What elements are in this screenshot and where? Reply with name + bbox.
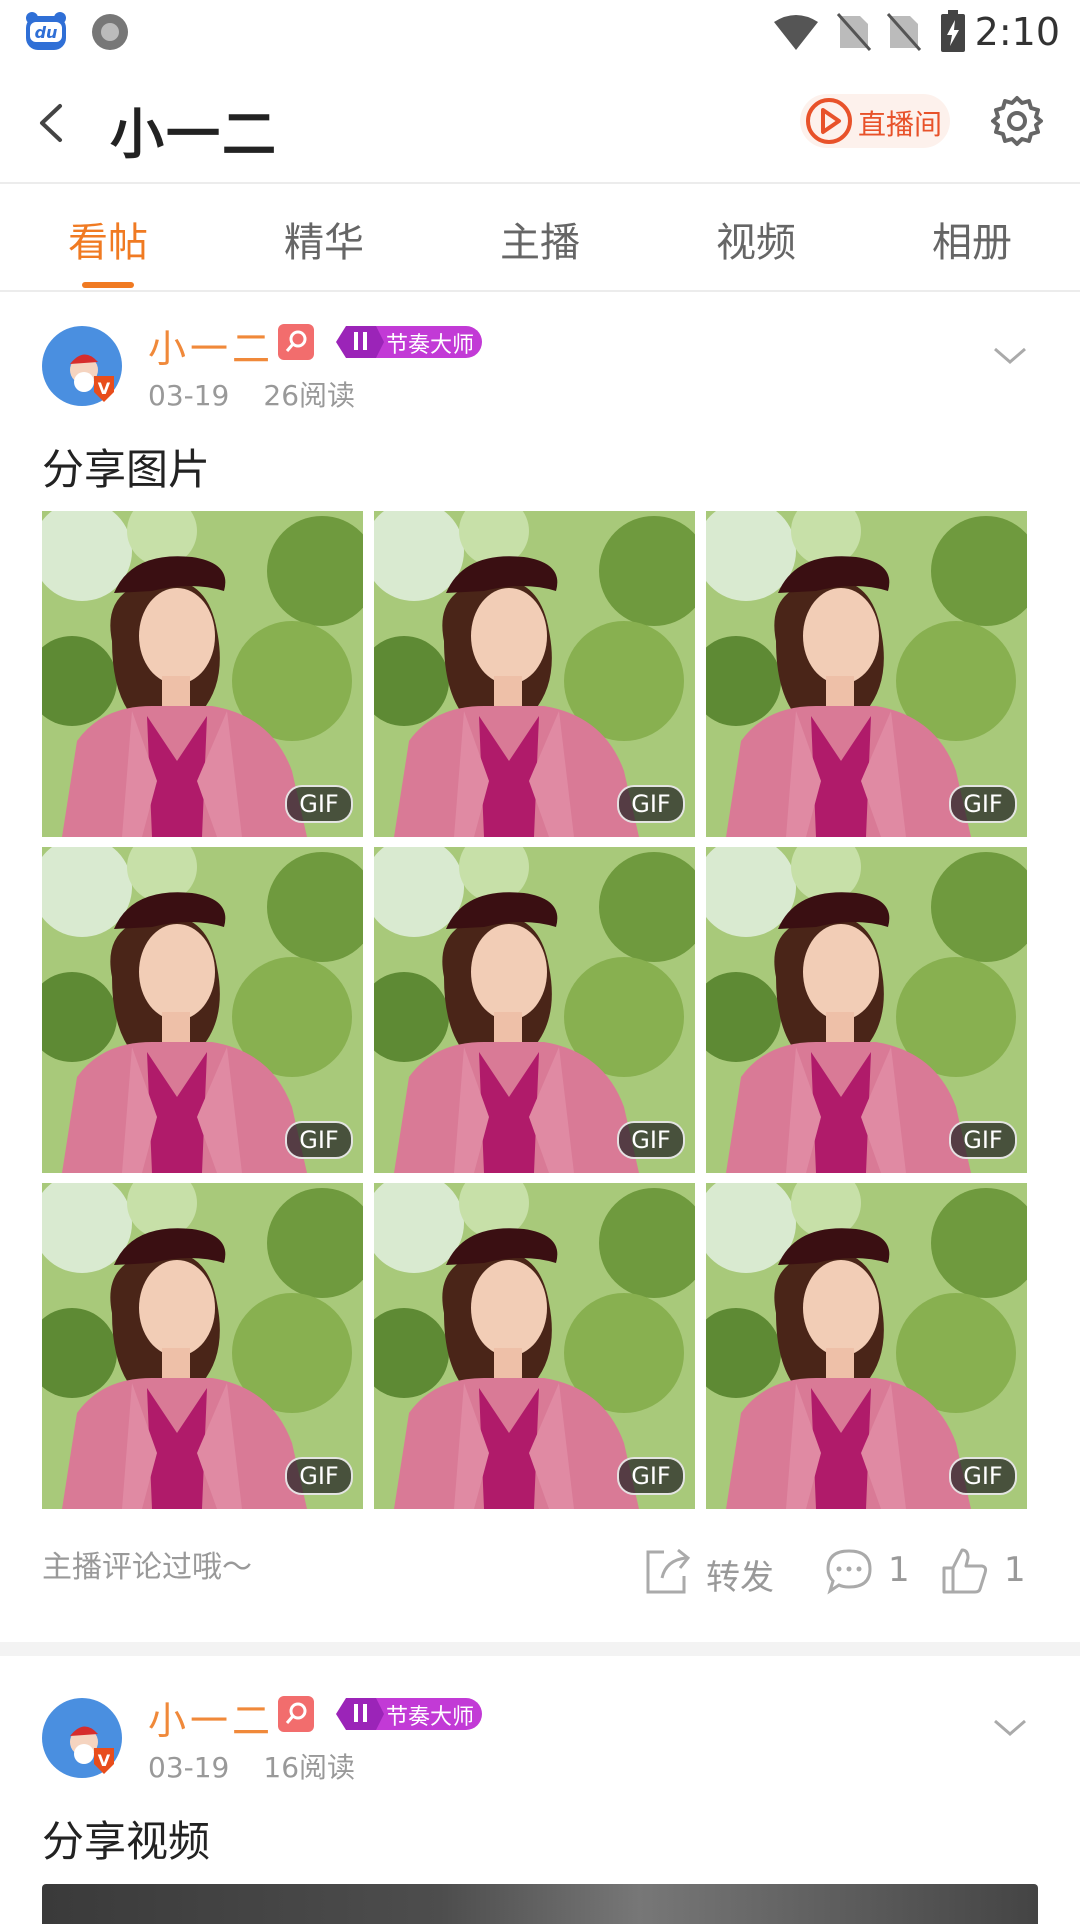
gif-thumbnail[interactable]: GIF: [374, 1183, 695, 1509]
gif-thumbnail[interactable]: GIF: [706, 511, 1027, 837]
post-reads: 16阅读: [263, 1751, 356, 1784]
page-title: 小一二: [110, 103, 278, 166]
gif-badge: GIF: [285, 1457, 353, 1495]
comment-button[interactable]: 1: [824, 1546, 914, 1596]
avatar[interactable]: V: [42, 326, 122, 406]
avatar[interactable]: V: [42, 1698, 122, 1778]
post-username[interactable]: 小一二: [148, 1690, 274, 1745]
top-nav: 小一二 直播间: [0, 64, 1080, 184]
share-label: 转发: [706, 1558, 774, 1598]
thumbs-up-icon: [942, 1548, 988, 1594]
post-meta: 03-19 16阅读: [148, 1746, 389, 1786]
battery-charging-icon: [940, 10, 966, 58]
tab-anchor[interactable]: 主播: [460, 210, 620, 268]
tab-featured[interactable]: 精华: [244, 210, 404, 268]
post-username[interactable]: 小一二: [148, 318, 274, 373]
du-app-icon: du: [24, 10, 68, 54]
clock: 2:10: [974, 10, 1060, 54]
like-button[interactable]: 1: [940, 1546, 1030, 1596]
wifi-icon: [772, 14, 820, 56]
gif-badge: GIF: [285, 1121, 353, 1159]
like-count: 1: [1004, 1550, 1026, 1590]
anchor-commented-note: 主播评论过哦～: [42, 1550, 252, 1585]
gif-badge: GIF: [949, 1121, 1017, 1159]
svg-text:V: V: [98, 379, 111, 398]
tab-album[interactable]: 相册: [892, 210, 1052, 268]
gif-thumbnail[interactable]: GIF: [374, 511, 695, 837]
gif-badge: GIF: [949, 785, 1017, 823]
search-badge-icon: [278, 1696, 314, 1732]
post-date: 03-19: [148, 1751, 230, 1784]
chevron-left-icon: [40, 104, 62, 142]
gif-thumbnail[interactable]: GIF: [42, 1183, 363, 1509]
post-title: 分享视频: [42, 1817, 211, 1866]
play-circle-icon: [804, 96, 854, 146]
search-badge-icon: [278, 324, 314, 360]
record-status-icon: [88, 10, 132, 54]
gif-thumbnail[interactable]: GIF: [42, 511, 363, 837]
post-meta: 03-19 26阅读: [148, 374, 389, 414]
level-badge: 节奏大师: [336, 324, 484, 360]
comment-count: 1: [888, 1550, 910, 1590]
post-title: 分享图片: [42, 445, 211, 494]
live-room-button[interactable]: 直播间: [800, 94, 950, 148]
tab-posts[interactable]: 看帖: [28, 210, 188, 268]
active-tab-indicator: [82, 282, 134, 288]
status-bar: du 2:10: [0, 0, 1080, 64]
post-divider: [0, 1642, 1080, 1656]
gif-thumbnail[interactable]: GIF: [374, 847, 695, 1173]
gif-badge: GIF: [617, 785, 685, 823]
chevron-down-icon[interactable]: [992, 346, 1028, 366]
settings-gear-icon[interactable]: [990, 94, 1044, 148]
comment-icon: [826, 1549, 872, 1595]
gif-thumbnail[interactable]: GIF: [42, 847, 363, 1173]
no-sim-icon: [836, 12, 872, 56]
svg-text:du: du: [35, 23, 58, 42]
level-badge: 节奏大师: [336, 1696, 484, 1732]
no-sim-icon: [886, 12, 922, 56]
tab-bar: 看帖 精华 主播 视频 相册: [0, 184, 1080, 292]
post-reads: 26阅读: [263, 379, 356, 412]
gif-badge: GIF: [285, 785, 353, 823]
level-badge-label: 节奏大师: [386, 333, 475, 358]
level-badge-label: 节奏大师: [386, 1705, 475, 1730]
live-room-label: 直播间: [858, 108, 943, 141]
back-button[interactable]: [32, 98, 72, 148]
share-button[interactable]: 转发: [644, 1546, 784, 1598]
video-thumbnail[interactable]: [42, 1884, 1038, 1924]
gif-badge: GIF: [617, 1457, 685, 1495]
gif-thumbnail[interactable]: GIF: [706, 847, 1027, 1173]
gif-badge: GIF: [949, 1457, 1017, 1495]
tab-video[interactable]: 视频: [676, 210, 836, 268]
post-date: 03-19: [148, 379, 230, 412]
share-icon: [646, 1548, 691, 1594]
gif-thumbnail[interactable]: GIF: [706, 1183, 1027, 1509]
gif-badge: GIF: [617, 1121, 685, 1159]
svg-text:V: V: [98, 1751, 111, 1770]
chevron-down-icon[interactable]: [992, 1718, 1028, 1738]
